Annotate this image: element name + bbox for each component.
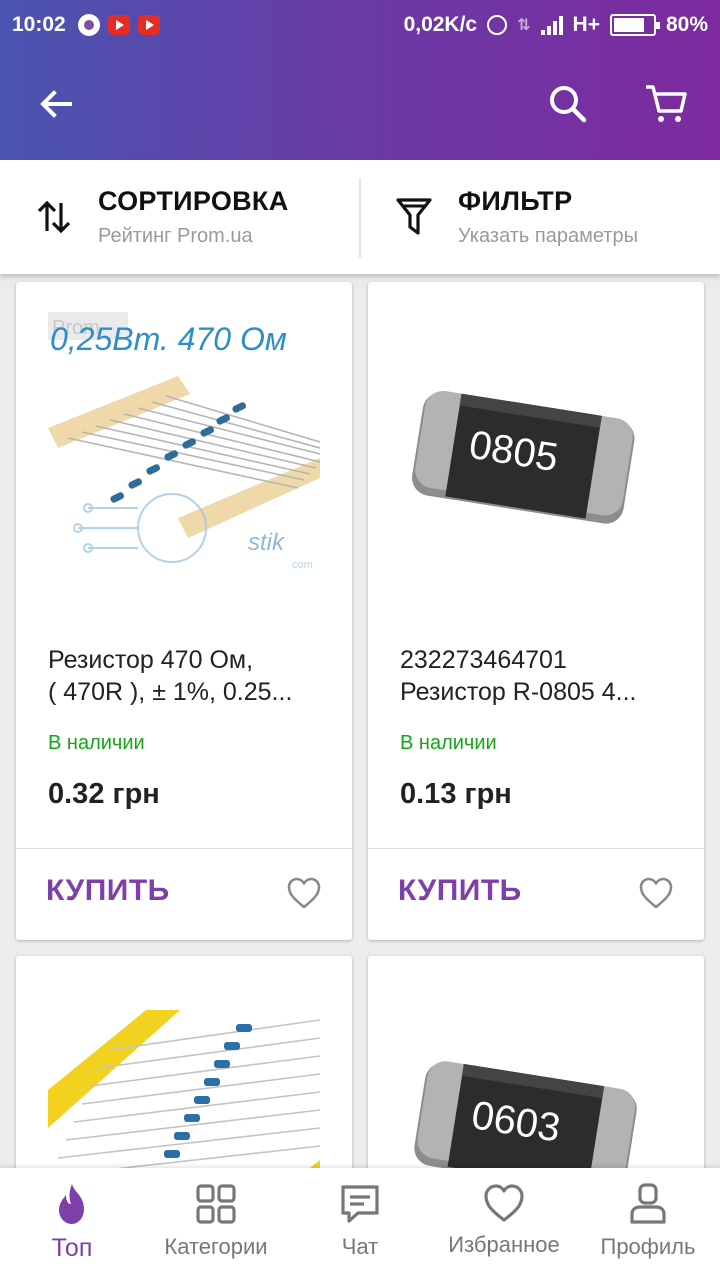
chat-icon bbox=[341, 1185, 379, 1223]
buy-button[interactable]: КУПИТЬ bbox=[46, 874, 170, 908]
resistor-spec-text: 0,25Вт. 470 Ом bbox=[50, 321, 287, 357]
stock-status: В наличии bbox=[400, 732, 497, 754]
grid-icon bbox=[196, 1184, 236, 1224]
signal-icon bbox=[540, 15, 563, 35]
back-button[interactable] bbox=[26, 74, 86, 134]
favorite-button[interactable] bbox=[638, 876, 674, 915]
battery-icon bbox=[609, 14, 660, 36]
product-image: 0805 bbox=[400, 298, 672, 598]
divider bbox=[16, 848, 352, 849]
sort-filter-bar: СОРТИРОВКА Рейтинг Prom.ua ФИЛЬТР Указат… bbox=[0, 160, 720, 274]
alarm-icon bbox=[487, 15, 508, 35]
product-price: 0.32 грн bbox=[48, 778, 160, 810]
nav-item-favorites[interactable]: Избранное bbox=[432, 1168, 576, 1280]
product-title-line: 232273464701 bbox=[400, 646, 567, 674]
sort-arrows-icon bbox=[26, 197, 82, 237]
nav-label: Чат bbox=[341, 1234, 379, 1259]
search-icon bbox=[550, 86, 587, 123]
viber-notification-icon bbox=[77, 14, 100, 36]
divider bbox=[359, 178, 361, 258]
search-button[interactable] bbox=[538, 74, 598, 134]
product-price: 0.13 грн bbox=[400, 778, 512, 810]
youtube-notification-icon bbox=[137, 15, 160, 35]
app-header: 10:02 0,02K/c ⇅ H+ 80% bbox=[0, 0, 720, 160]
product-image: Prom 0,25Вт. 470 Ом stik com bbox=[48, 298, 320, 598]
nav-label: Избранное bbox=[448, 1232, 560, 1257]
data-arrows-icon: ⇅ bbox=[517, 17, 531, 34]
filter-funnel-icon bbox=[386, 195, 442, 239]
product-card[interactable]: Prom 0,25Вт. 470 Ом stik com Резистор 47… bbox=[16, 282, 352, 940]
network-speed: 0,02K/c bbox=[403, 13, 478, 36]
nav-item-categories[interactable]: Категории bbox=[144, 1168, 288, 1280]
heart-icon bbox=[639, 877, 673, 909]
sort-title: СОРТИРОВКА bbox=[98, 186, 289, 216]
nav-item-profile[interactable]: Профиль bbox=[576, 1168, 720, 1280]
product-title-line: Резистор R-0805 4... bbox=[400, 678, 637, 706]
logo-text: stik bbox=[248, 529, 286, 556]
logo-small-text: com bbox=[292, 559, 313, 571]
divider bbox=[368, 848, 704, 849]
battery-percent: 80% bbox=[665, 13, 708, 36]
toolbar bbox=[0, 50, 720, 160]
cart-button[interactable] bbox=[636, 74, 696, 134]
flame-icon bbox=[59, 1184, 84, 1224]
sort-button[interactable]: СОРТИРОВКА Рейтинг Prom.ua bbox=[26, 160, 346, 274]
nav-label: Топ bbox=[51, 1234, 93, 1262]
status-time: 10:02 bbox=[12, 13, 66, 36]
nav-label: Категории bbox=[164, 1234, 268, 1259]
product-title[interactable]: 232273464701 Резистор R-0805 4... bbox=[400, 644, 675, 708]
nav-item-top[interactable]: Топ bbox=[0, 1168, 144, 1280]
youtube-notification-icon bbox=[107, 15, 130, 35]
nav-label: Профиль bbox=[600, 1234, 696, 1259]
profile-icon bbox=[630, 1183, 666, 1224]
heart-icon bbox=[287, 877, 321, 909]
filter-title: ФИЛЬТР bbox=[458, 186, 573, 216]
network-type: H+ bbox=[572, 13, 600, 36]
product-card[interactable]: 0805 232273464701 Резистор R-0805 4... В… bbox=[368, 282, 704, 940]
heart-icon bbox=[484, 1184, 524, 1222]
product-title-line: ( 470R ), ± 1%, 0.25... bbox=[48, 678, 293, 706]
product-title-line: Резистор 470 Ом, bbox=[48, 646, 254, 674]
product-title[interactable]: Резистор 470 Ом, ( 470R ), ± 1%, 0.25... bbox=[48, 644, 323, 708]
status-right: 0,02K/c ⇅ H+ 80% bbox=[404, 13, 708, 37]
sort-subtitle: Рейтинг Prom.ua bbox=[98, 225, 253, 247]
buy-button[interactable]: КУПИТЬ bbox=[398, 874, 522, 908]
bottom-nav: Топ Категории Чат Избранное Профиль bbox=[0, 1168, 720, 1280]
arrow-left-icon bbox=[40, 90, 72, 118]
cart-icon bbox=[646, 85, 687, 122]
nav-item-chat[interactable]: Чат bbox=[288, 1168, 432, 1280]
status-bar: 10:02 0,02K/c ⇅ H+ 80% bbox=[0, 0, 720, 50]
filter-subtitle: Указать параметры bbox=[458, 225, 638, 247]
filter-button[interactable]: ФИЛЬТР Указать параметры bbox=[386, 160, 706, 274]
favorite-button[interactable] bbox=[286, 876, 322, 915]
stock-status: В наличии bbox=[48, 732, 145, 754]
